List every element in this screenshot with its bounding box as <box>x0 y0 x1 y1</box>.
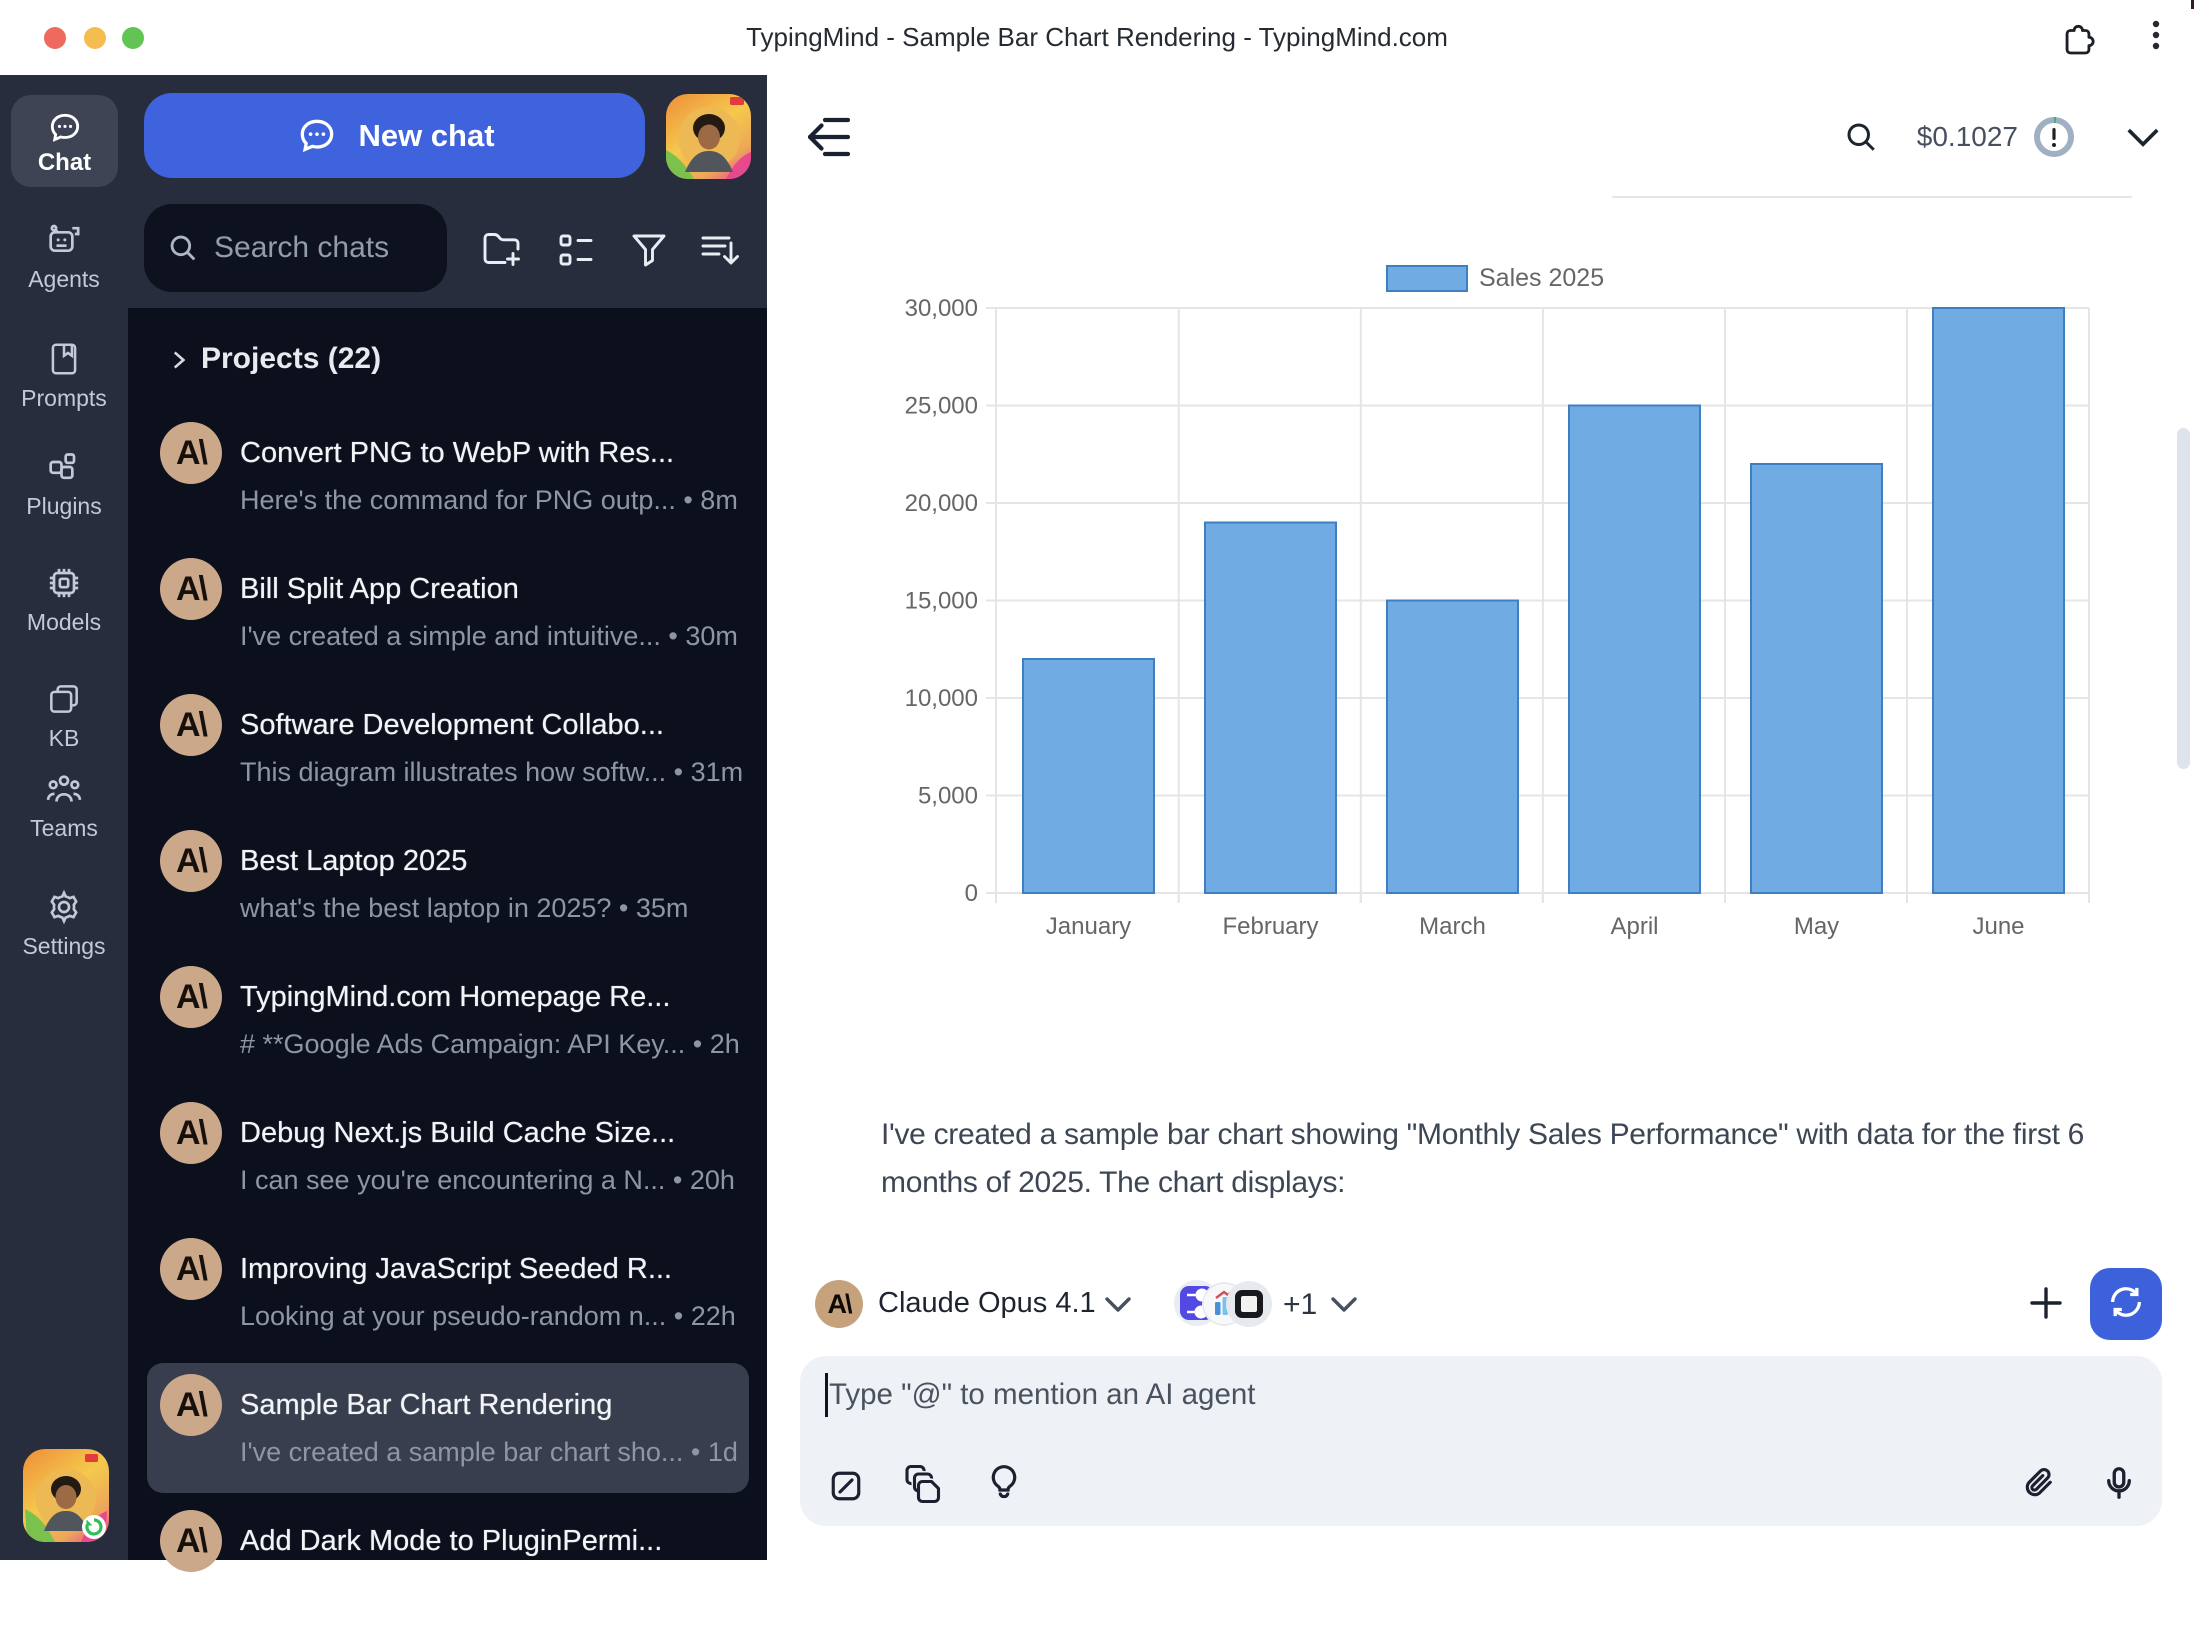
svg-text:May: May <box>1794 913 1839 940</box>
svg-text:10,000: 10,000 <box>905 685 978 712</box>
svg-text:5,000: 5,000 <box>918 783 978 810</box>
svg-text:February: February <box>1222 913 1318 940</box>
svg-text:30,000: 30,000 <box>905 295 978 322</box>
svg-text:March: March <box>1419 913 1486 940</box>
svg-text:25,000: 25,000 <box>905 393 978 420</box>
svg-text:Sales 2025: Sales 2025 <box>1479 264 1604 292</box>
svg-text:20,000: 20,000 <box>905 490 978 517</box>
svg-text:0: 0 <box>965 880 978 907</box>
svg-text:April: April <box>1610 913 1658 940</box>
svg-text:January: January <box>1046 913 1131 940</box>
svg-text:15,000: 15,000 <box>905 588 978 615</box>
svg-text:June: June <box>1972 913 2024 940</box>
